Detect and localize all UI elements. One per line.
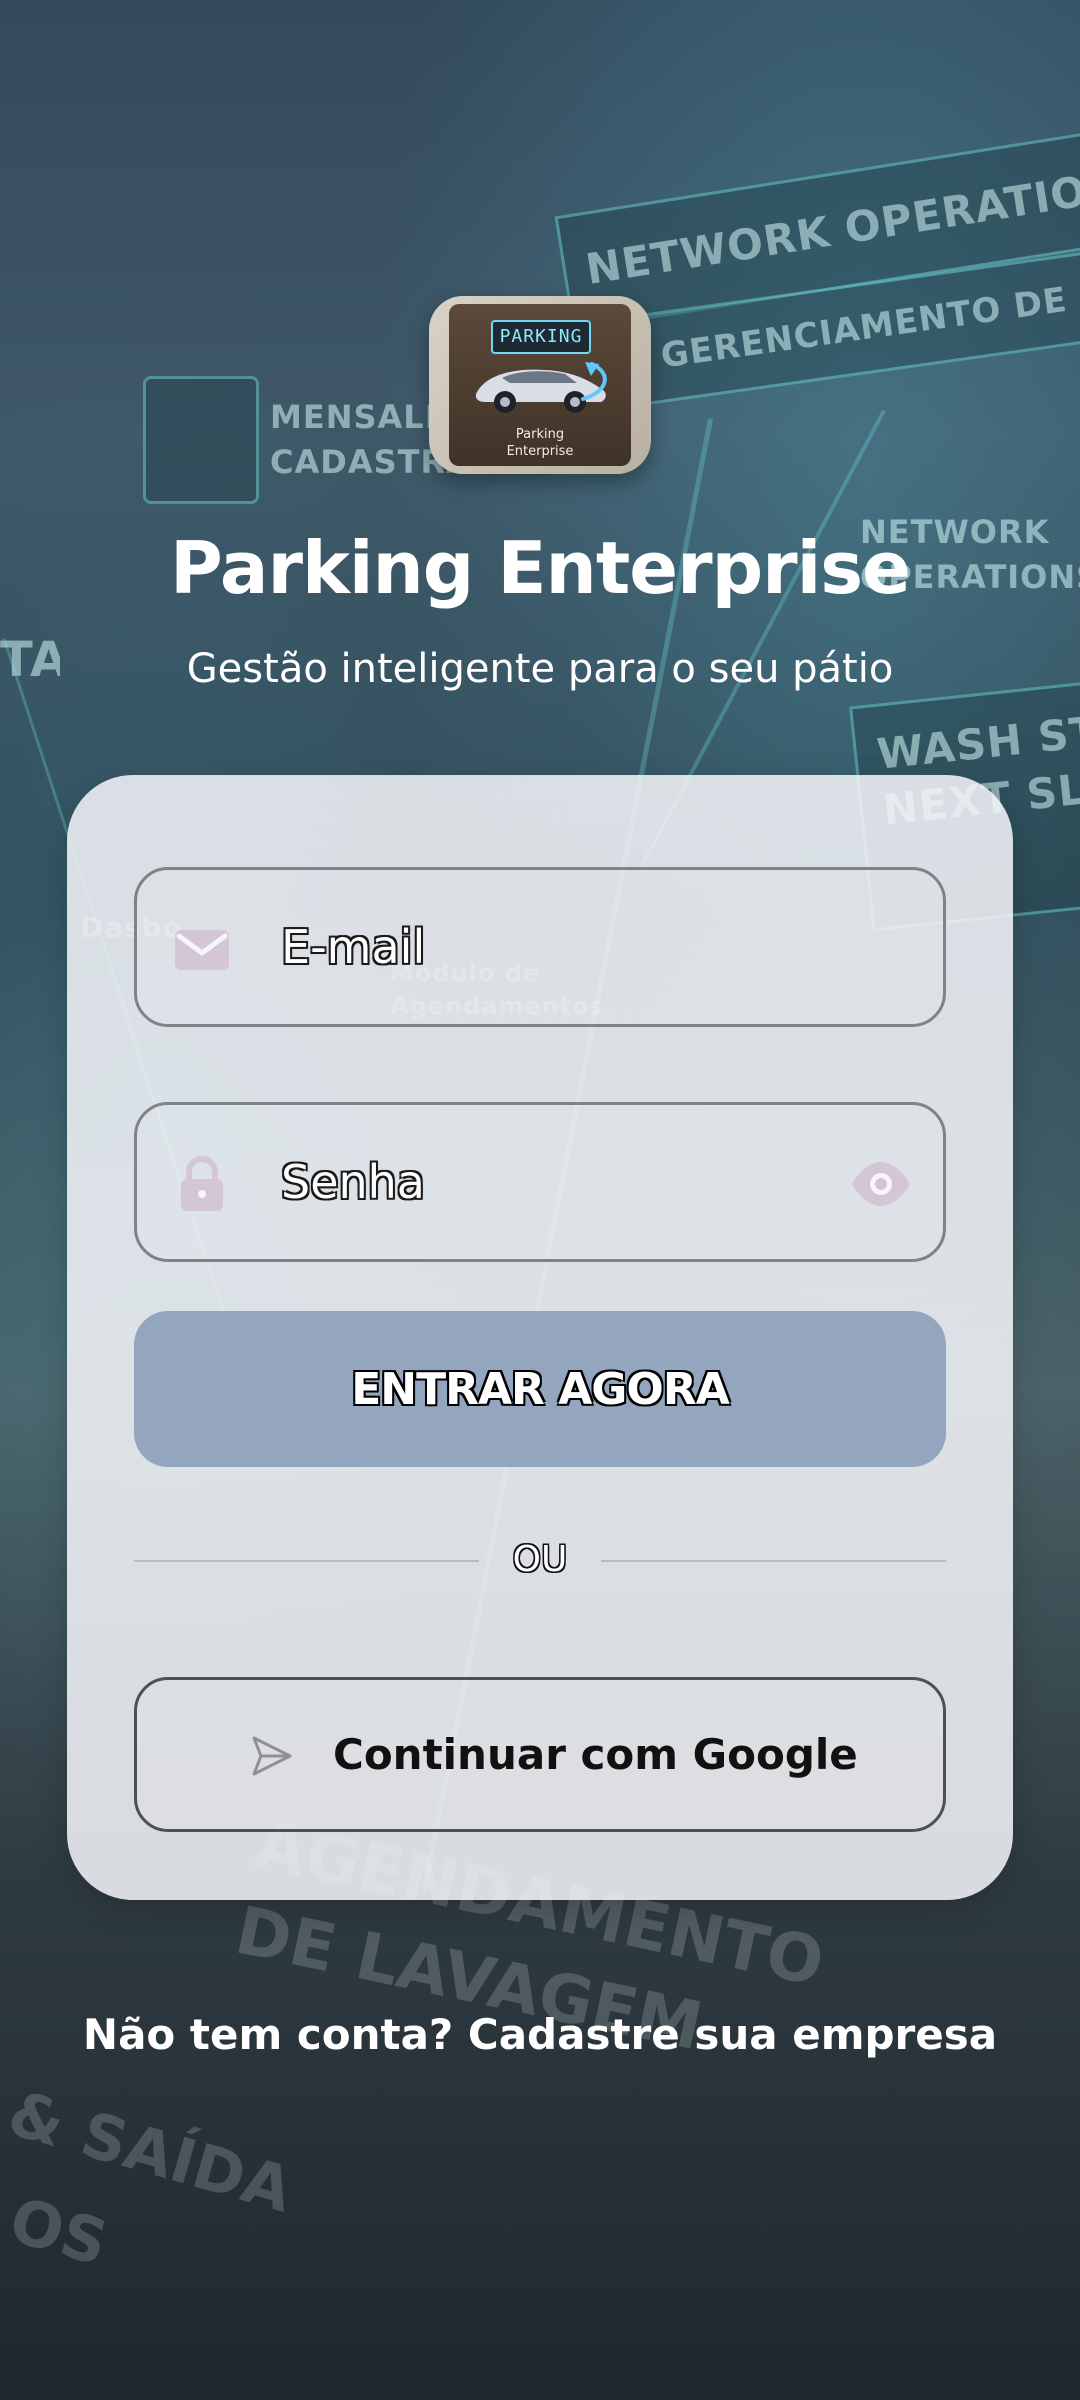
or-divider: OU [134, 1530, 946, 1590]
logo-parking-badge: PARKING [491, 320, 591, 354]
background-sign-mensalistas-icon [143, 376, 259, 504]
car-icon [475, 362, 607, 413]
login-screen: NETWORK OPERATIONS: 5 LO GERENCIAMENTO D… [0, 0, 1080, 2400]
password-input[interactable] [281, 1105, 821, 1259]
eye-icon[interactable] [849, 1158, 913, 1210]
google-login-label: Continuar com Google [333, 1730, 858, 1779]
floor-text-saida: & SAÍDA [0, 2076, 301, 2227]
background-sign-wash-text: WASH STAT [874, 700, 1080, 779]
logo-caption-line-2: Enterprise [506, 444, 574, 459]
divider-line-left [134, 1560, 479, 1562]
login-button[interactable]: ENTRAR AGORA [134, 1311, 946, 1467]
app-title: Parking Enterprise [170, 526, 911, 610]
app-logo: PARKING Parking Enterprise [429, 296, 651, 474]
app-subtitle: Gestão inteligente para o seu pátio [186, 646, 894, 692]
divider-label: OU [512, 1539, 568, 1580]
send-icon [252, 1736, 292, 1776]
background-sign-gerenciamento: GERENCIAMENTO DE REDE [636, 246, 1080, 405]
logo-caption: Parking Enterprise [449, 426, 631, 460]
email-input[interactable] [281, 870, 821, 1024]
signup-link[interactable]: Não tem conta? Cadastre sua empresa [0, 2000, 1080, 2070]
google-login-button[interactable]: Continuar com Google [134, 1677, 946, 1832]
password-field-container[interactable] [134, 1102, 946, 1262]
logo-image-area: PARKING Parking Enterprise [449, 304, 631, 466]
logo-caption-line-1: Parking [515, 427, 565, 442]
login-card: ENTRAR AGORA OU Continuar com Google [67, 775, 1013, 1900]
divider-line-right [601, 1560, 946, 1562]
mail-icon [175, 930, 229, 970]
floor-text-os: OS [1, 2182, 116, 2281]
email-field-container[interactable] [134, 867, 946, 1027]
lock-icon [181, 1155, 223, 1211]
